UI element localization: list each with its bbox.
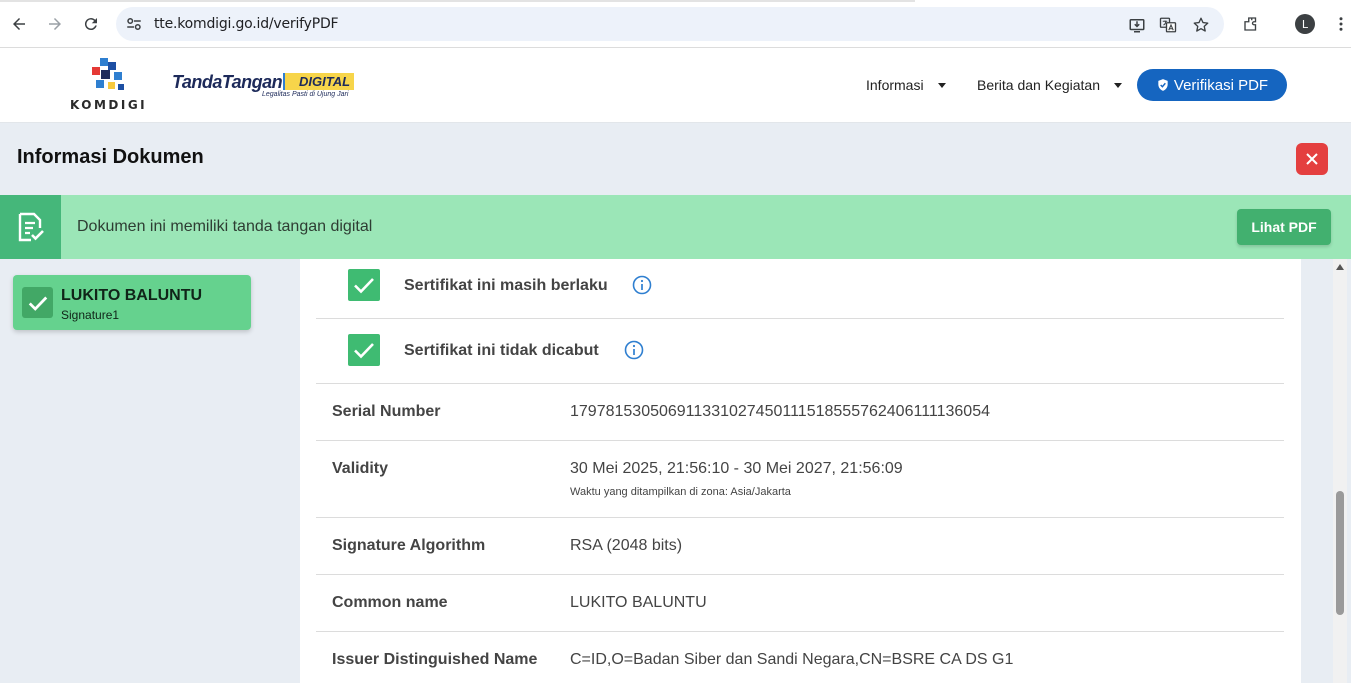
view-pdf-button[interactable]: Lihat PDF: [1237, 209, 1331, 245]
scroll-up-arrow-icon[interactable]: [1336, 264, 1344, 270]
status-message: Dokumen ini memiliki tanda tangan digita…: [77, 218, 373, 235]
close-icon: [1306, 153, 1318, 165]
signature-card[interactable]: LUKITO BALUNTU Signature1: [13, 275, 251, 330]
document-check-icon: [18, 212, 44, 242]
divider: [316, 383, 1284, 384]
page-scrollbar[interactable]: [1333, 259, 1347, 683]
signer-name: LUKITO BALUNTU: [61, 287, 203, 304]
scrollbar-thumb[interactable]: [1336, 491, 1344, 615]
puzzle-icon: [1244, 17, 1257, 31]
reload-button[interactable]: [79, 12, 103, 36]
signature-status-banner: Dokumen ini memiliki tanda tangan digita…: [0, 195, 1351, 259]
field-label: Common name: [332, 594, 448, 611]
nav-informasi-label: Informasi: [866, 77, 924, 93]
nav-berita-kegiatan[interactable]: Berita dan Kegiatan: [977, 77, 1122, 93]
field-value: 30 Mei 2025, 21:56:10 - 30 Mei 2027, 21:…: [570, 460, 903, 477]
site-info-icon[interactable]: [125, 15, 143, 33]
info-icon[interactable]: [624, 340, 644, 360]
status-icon-box: [0, 195, 61, 259]
check-icon: [354, 278, 374, 294]
signature-valid-badge: [22, 287, 53, 318]
reload-icon: [84, 18, 97, 31]
caret-down-icon: [1113, 82, 1122, 88]
divider: [316, 631, 1284, 632]
site-header: KOMDIGI TandaTangan DIGITAL Legalitas Pa…: [0, 48, 1351, 123]
divider: [316, 517, 1284, 518]
verify-pdf-label: Verifikasi PDF: [1173, 76, 1269, 94]
komdigi-logo[interactable]: KOMDIGI: [70, 58, 145, 114]
profile-avatar[interactable]: L: [1295, 14, 1315, 34]
more-vertical-icon: [1339, 17, 1343, 31]
forward-button[interactable]: [43, 12, 67, 36]
browser-toolbar: tte.komdigi.go.id/verifyPDF L: [0, 0, 1351, 48]
field-value: RSA (2048 bits): [570, 537, 683, 554]
field-label: Serial Number: [332, 403, 441, 420]
check-label-not-revoked: Sertifikat ini tidak dicabut: [404, 342, 599, 359]
star-icon: [1193, 17, 1209, 32]
translate-icon: [1159, 17, 1177, 33]
nav-berita-label: Berita dan Kegiatan: [977, 77, 1100, 93]
install-icon: [1129, 19, 1145, 33]
tab-strip-edge: [0, 0, 915, 2]
browser-menu-button[interactable]: [1331, 14, 1351, 34]
logo-tagline: Legalitas Pasti di Ujung Jari: [262, 91, 349, 98]
field-value: 1797815305069113310274501115185557624061…: [570, 403, 990, 420]
check-icon: [28, 296, 47, 311]
komdigi-wordmark: KOMDIGI: [70, 98, 148, 112]
divider: [316, 574, 1284, 575]
install-app-button[interactable]: [1127, 15, 1147, 35]
tandatangan-digital-logo[interactable]: TandaTangan DIGITAL Legalitas Pasti di U…: [172, 68, 357, 104]
translate-button[interactable]: [1158, 15, 1178, 35]
check-row-not-revoked: Sertifikat ini tidak dicabut: [316, 319, 1284, 384]
certificate-detail-panel: Sertifikat ini masih berlaku Sertifikat …: [300, 259, 1301, 683]
extensions-button[interactable]: [1241, 14, 1261, 34]
bookmark-button[interactable]: [1191, 15, 1211, 35]
komdigi-mark-icon: [92, 58, 124, 90]
arrow-left-icon: [13, 18, 25, 30]
field-label: Validity: [332, 460, 389, 477]
field-value: LUKITO BALUNTU: [570, 594, 707, 611]
field-label: Signature Algorithm: [332, 537, 486, 554]
page-title: Informasi Dokumen: [17, 146, 204, 168]
divider: [316, 440, 1284, 441]
verify-pdf-button[interactable]: Verifikasi PDF: [1137, 69, 1287, 101]
logo-tandatangan-text: TandaTangan: [172, 72, 283, 92]
field-value: C=ID,O=Badan Siber dan Sandi Negara,CN=B…: [570, 651, 1014, 668]
timezone-note: Waktu yang ditampilkan di zona: Asia/Jak…: [570, 486, 791, 498]
address-bar[interactable]: tte.komdigi.go.id/verifyPDF: [116, 7, 1224, 41]
logo-digital-text: DIGITAL: [285, 73, 355, 90]
check-icon: [354, 343, 374, 359]
field-label: Issuer Distinguished Name: [332, 651, 538, 668]
url-text[interactable]: tte.komdigi.go.id/verifyPDF: [154, 16, 339, 32]
not-revoked-check-badge: [348, 334, 380, 366]
valid-check-badge: [348, 269, 380, 301]
check-row-valid: Sertifikat ini masih berlaku: [316, 259, 1284, 324]
close-button[interactable]: [1296, 143, 1328, 175]
back-button[interactable]: [7, 12, 31, 36]
signature-field-name: Signature1: [61, 308, 120, 322]
nav-informasi[interactable]: Informasi: [866, 77, 946, 93]
info-icon[interactable]: [632, 275, 652, 295]
caret-down-icon: [937, 82, 946, 88]
shield-check-icon: [1158, 79, 1168, 91]
check-label-valid: Sertifikat ini masih berlaku: [404, 277, 608, 294]
arrow-right-icon: [49, 18, 61, 30]
